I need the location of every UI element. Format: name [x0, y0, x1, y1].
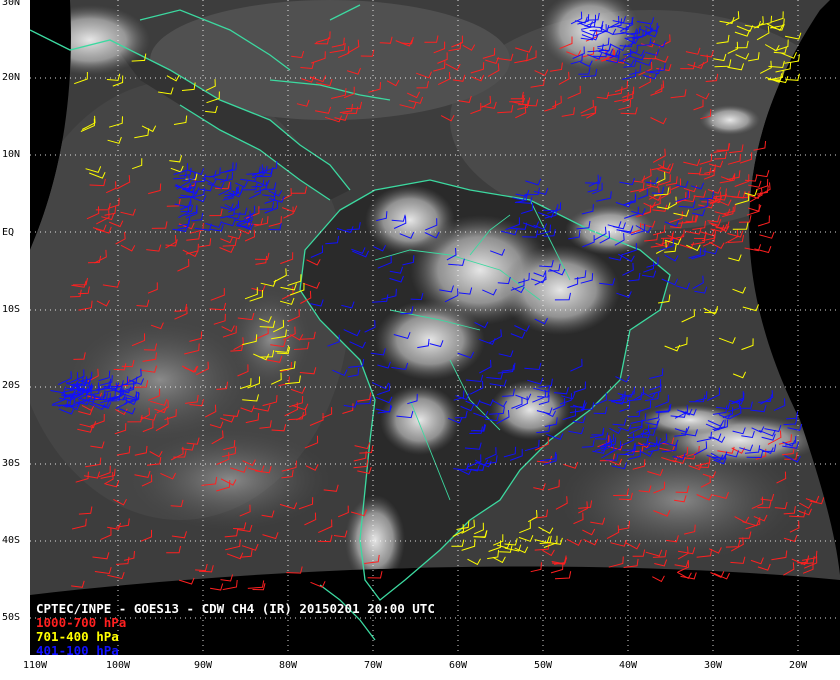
lat-label-20n: 20N	[2, 72, 21, 83]
lat-label-50s: 50S	[2, 612, 21, 623]
earth-disk	[30, 0, 840, 595]
lon-label-110w: 110W	[22, 660, 48, 671]
wind-barb	[757, 215, 770, 227]
legend-mid-level: 701-400 hPa	[36, 629, 119, 644]
wind-barb	[210, 583, 224, 591]
lon-label-60w: 60W	[448, 660, 468, 671]
lon-label-20w: 20W	[788, 660, 808, 671]
lon-label-40w: 40W	[618, 660, 638, 671]
satellite-wind-map-viewer: 30N 20N 10N EQ 10S 20S 30S 40S 50S 110W …	[0, 0, 840, 680]
wind-barb	[367, 571, 383, 579]
legend-high-level: 401-100 hPa	[36, 643, 119, 658]
lat-label-10s: 10S	[2, 304, 21, 315]
wind-barb	[754, 246, 772, 254]
wind-barb	[652, 575, 665, 583]
wind-barb	[554, 571, 572, 580]
legend-low-level: 1000-700 hPa	[36, 615, 127, 630]
wind-barb	[755, 170, 770, 178]
wind-barb	[310, 581, 326, 588]
lat-label-10n: 10N	[2, 149, 21, 160]
wind-barb	[222, 579, 238, 591]
lat-label-eq: EQ	[2, 227, 15, 238]
wind-barb	[759, 231, 775, 239]
lon-label-90w: 90W	[193, 660, 213, 671]
lon-label-70w: 70W	[363, 660, 383, 671]
lon-label-30w: 30W	[703, 660, 723, 671]
wind-barb	[247, 580, 265, 589]
lat-label-30n: 30N	[2, 0, 21, 8]
lon-label-100w: 100W	[105, 660, 131, 671]
lon-label-80w: 80W	[278, 660, 298, 671]
caption-title: CPTEC/INPE - GOES13 - CDW CH4 (IR) 20150…	[36, 601, 435, 616]
lat-label-40s: 40S	[2, 535, 21, 546]
satellite-image-frame	[30, 0, 840, 655]
satellite-image	[30, 0, 840, 655]
lon-label-50w: 50W	[533, 660, 553, 671]
map-caption: CPTEC/INPE - GOES13 - CDW CH4 (IR) 20150…	[36, 602, 435, 658]
lat-label-30s: 30S	[2, 458, 21, 469]
lat-label-20s: 20S	[2, 380, 21, 391]
